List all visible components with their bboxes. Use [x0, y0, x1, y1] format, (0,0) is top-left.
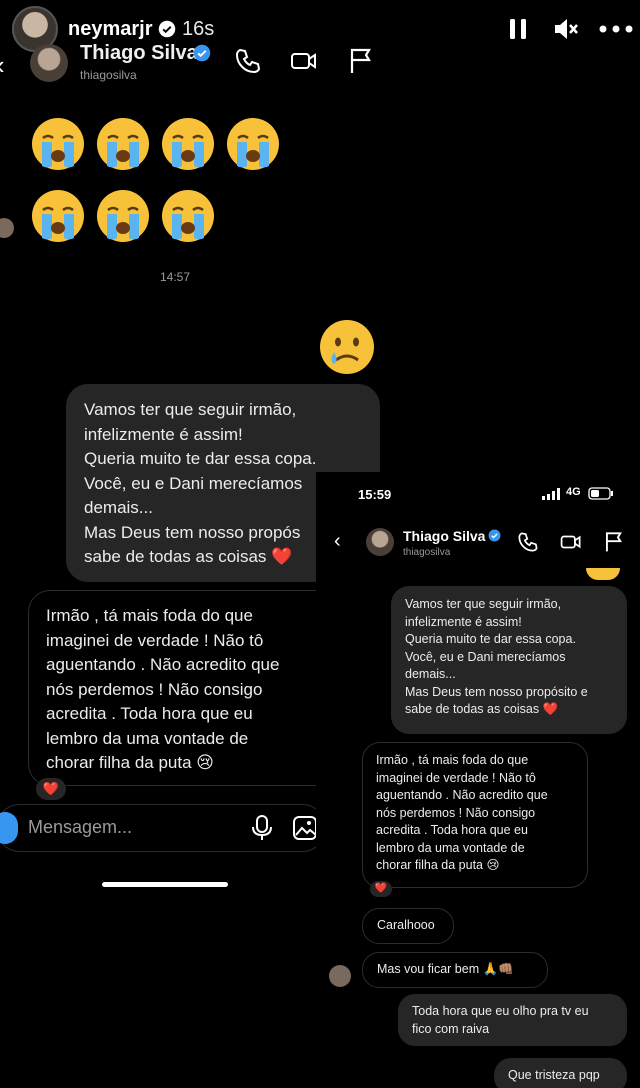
sender-avatar: [0, 218, 14, 238]
contact-handle: thiagosilva: [403, 547, 451, 558]
mic-icon[interactable]: [251, 814, 273, 842]
received-message-bubble[interactable]: Caralhooo: [362, 908, 454, 944]
overlay-screenshot: 15:59 4G ‹ Thiago Silva thiagosilva Vamo…: [316, 472, 640, 1088]
received-message-bubble[interactable]: Mas vou ficar bem 🙏👊🏽: [362, 952, 548, 988]
video-icon[interactable]: [560, 531, 582, 553]
mute-icon[interactable]: [552, 14, 580, 44]
back-arrow-icon[interactable]: ‹: [0, 50, 5, 81]
contact-avatar[interactable]: [366, 528, 394, 556]
crying-face-emoji: [225, 116, 281, 172]
heart-reaction[interactable]: ❤️: [370, 881, 392, 897]
crying-face-emoji: [160, 188, 216, 244]
network-type: 4G: [566, 486, 581, 498]
message-input-placeholder[interactable]: Mensagem...: [28, 817, 132, 838]
received-message-text: Irmão , tá mais foda do que imaginei de …: [46, 606, 280, 772]
more-icon[interactable]: [598, 14, 634, 44]
gallery-icon[interactable]: [292, 815, 318, 841]
crying-face-emoji: [30, 116, 86, 172]
verified-icon: [488, 529, 501, 542]
crying-face-emoji: [95, 188, 151, 244]
sent-message-bubble[interactable]: Que tristeza pqp: [494, 1058, 627, 1088]
phone-icon[interactable]: [234, 47, 262, 75]
verified-icon: [193, 44, 211, 62]
sent-message-bubble[interactable]: Toda hora que eu olho pra tv eu fico com…: [398, 994, 627, 1046]
received-message-text: Irmão , tá mais foda do que imaginei de …: [376, 753, 548, 872]
sent-message-text: Vamos ter que seguir irmão, infelizmente…: [405, 597, 588, 716]
signal-icon: [542, 488, 560, 500]
flag-icon[interactable]: [347, 47, 375, 75]
home-indicator: [102, 882, 228, 887]
flag-icon[interactable]: [603, 531, 625, 553]
battery-icon: [588, 487, 613, 500]
back-arrow-icon[interactable]: ‹: [334, 530, 341, 553]
crying-face-emoji: [30, 188, 86, 244]
pause-icon[interactable]: [508, 14, 528, 44]
video-icon[interactable]: [290, 47, 318, 75]
crying-face-emoji: [95, 116, 151, 172]
contact-handle: thiagosilva: [80, 68, 137, 82]
heart-reaction[interactable]: ❤️: [36, 778, 66, 800]
status-bar-time: 15:59: [358, 487, 392, 502]
contact-name[interactable]: Thiago Silva: [403, 528, 485, 544]
sender-avatar: [329, 965, 351, 987]
status-bar-indicators: 4G: [542, 486, 622, 502]
contact-avatar[interactable]: [30, 44, 68, 82]
sad-face-emoji: [320, 320, 374, 374]
contact-name[interactable]: Thiago Silva: [80, 42, 198, 65]
phone-icon[interactable]: [517, 531, 539, 553]
emoji-partial: [586, 568, 620, 580]
crying-face-emoji: [160, 116, 216, 172]
message-timestamp: 14:57: [160, 270, 191, 284]
